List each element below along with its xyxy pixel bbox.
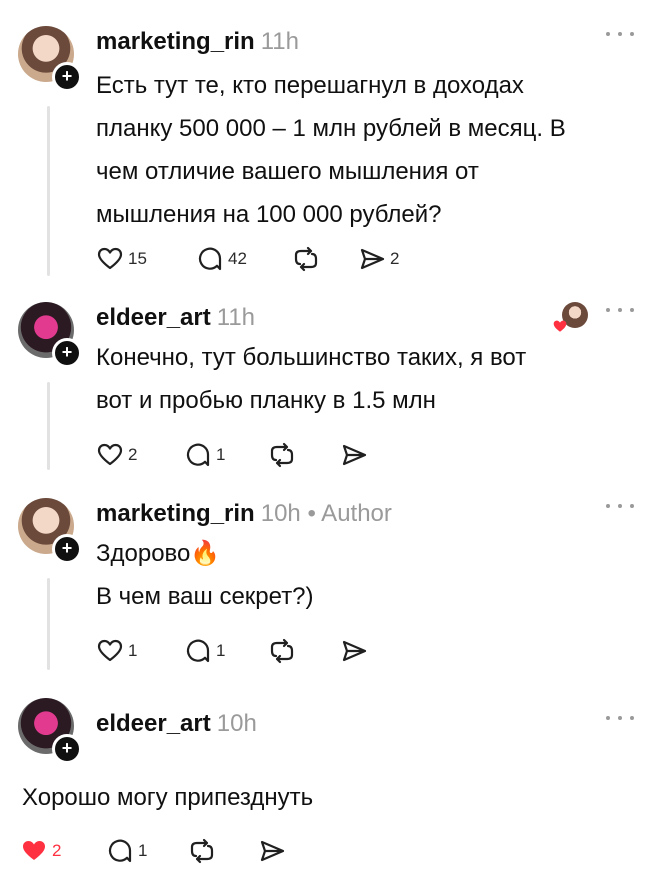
username[interactable]: eldeer_art <box>96 710 211 737</box>
comment-button[interactable]: 1 <box>106 836 147 866</box>
thread-line <box>47 382 50 470</box>
post-4: + eldeer_art 10h Хорошо могу припезднуть … <box>0 694 660 884</box>
comment-button[interactable]: 1 <box>184 636 225 666</box>
username[interactable]: marketing_rin <box>96 500 255 527</box>
action-bar: 2 1 <box>20 836 320 866</box>
repost-button[interactable] <box>292 244 320 274</box>
like-count: 2 <box>128 445 138 464</box>
action-bar: 1 1 <box>96 636 396 666</box>
post-text: Хорошо могу припезднуть <box>22 784 314 811</box>
share-icon <box>342 444 367 466</box>
post-text: Здорово🔥 В чем ваш секрет?) <box>96 540 314 610</box>
post-2: + eldeer_art 11h Конечно, тут большинство… <box>0 298 660 478</box>
comment-count: 1 <box>216 445 226 464</box>
comment-icon <box>108 839 132 863</box>
share-count: 2 <box>390 249 400 268</box>
like-count: 1 <box>128 641 138 660</box>
like-button[interactable]: 2 <box>20 836 61 866</box>
share-button[interactable] <box>340 636 368 666</box>
comment-icon <box>198 247 222 271</box>
heart-icon <box>23 841 45 860</box>
follow-plus-icon[interactable]: + <box>52 734 82 764</box>
timestamp: 10h <box>260 500 301 527</box>
share-icon <box>360 248 385 270</box>
share-icon <box>342 640 367 662</box>
heart-icon <box>97 443 123 466</box>
post-header: eldeer_art 10h <box>96 704 257 744</box>
timestamp: 11h <box>216 304 256 331</box>
post-header: eldeer_art 11h <box>96 298 255 338</box>
repost-icon <box>270 442 294 468</box>
username[interactable]: marketing_rin <box>96 28 255 55</box>
post-3: + marketing_rin 10h • Author Здорово🔥 В ч… <box>0 494 660 674</box>
follow-plus-icon[interactable]: + <box>52 534 82 564</box>
repost-button[interactable] <box>188 836 216 866</box>
share-icon <box>260 840 285 862</box>
repost-icon <box>294 246 318 272</box>
like-button[interactable]: 2 <box>96 440 137 470</box>
more-icon[interactable] <box>602 706 638 730</box>
share-button[interactable] <box>340 440 368 470</box>
comment-count: 1 <box>216 641 226 660</box>
more-icon[interactable] <box>602 298 638 322</box>
action-bar: 2 1 <box>96 440 396 470</box>
author-tag: • Author <box>307 500 392 527</box>
share-button[interactable]: 2 <box>358 244 399 274</box>
comment-icon <box>186 443 210 467</box>
timestamp: 10h <box>216 710 257 737</box>
repost-icon <box>270 638 294 664</box>
post-1: + marketing_rin 11h Есть тут те, кто пере… <box>0 22 660 282</box>
heart-icon <box>553 320 567 332</box>
username[interactable]: eldeer_art <box>96 304 211 331</box>
thread-line <box>47 578 50 670</box>
more-icon[interactable] <box>602 22 638 46</box>
timestamp: 11h <box>260 28 299 55</box>
follow-plus-icon[interactable]: + <box>52 62 82 92</box>
more-icon[interactable] <box>602 494 638 518</box>
share-button[interactable] <box>258 836 286 866</box>
repost-icon <box>190 838 214 864</box>
like-button[interactable]: 1 <box>96 636 137 666</box>
follow-plus-icon[interactable]: + <box>52 338 82 368</box>
like-count: 2 <box>52 841 62 860</box>
comment-count: 42 <box>228 249 247 268</box>
like-button[interactable]: 15 <box>96 244 147 274</box>
repost-button[interactable] <box>268 440 296 470</box>
comment-button[interactable]: 1 <box>184 440 225 470</box>
post-header: marketing_rin 10h • Author <box>96 494 392 534</box>
repost-button[interactable] <box>268 636 296 666</box>
thread-line <box>47 106 50 276</box>
comment-button[interactable]: 42 <box>196 244 247 274</box>
post-text: Конечно, тут большинство таких, я вот во… <box>96 344 527 414</box>
post-text: Есть тут те, кто перешагнул в доходах пл… <box>96 72 566 228</box>
heart-icon <box>97 639 123 662</box>
post-header: marketing_rin 11h <box>96 22 299 62</box>
heart-icon <box>97 247 123 270</box>
action-bar: 15 42 2 <box>96 244 496 274</box>
comment-count: 1 <box>138 841 148 860</box>
comment-icon <box>186 639 210 663</box>
like-count: 15 <box>128 249 147 268</box>
